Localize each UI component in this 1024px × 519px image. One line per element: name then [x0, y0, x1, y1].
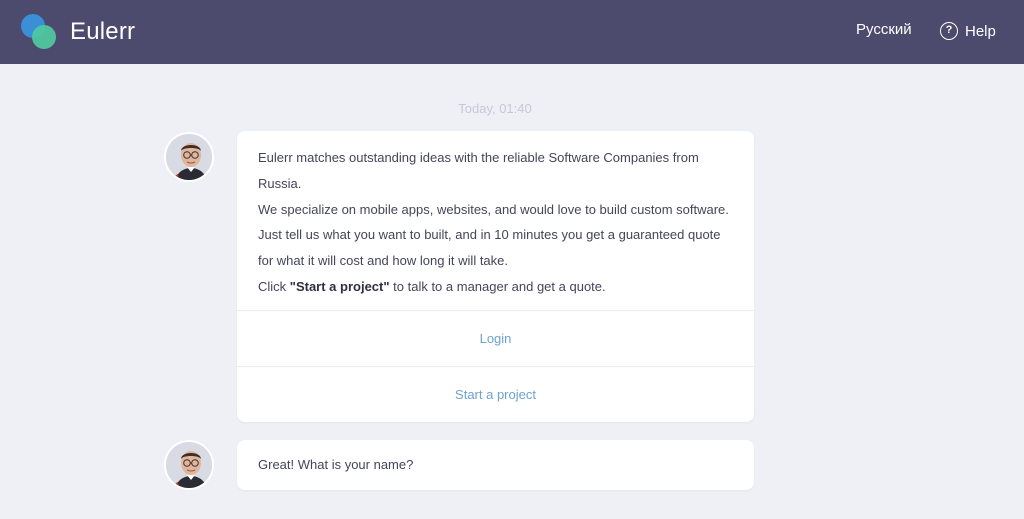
language-switch-link[interactable]: Русский	[856, 21, 912, 38]
logo-green-circle	[32, 25, 56, 49]
manager-avatar	[164, 440, 214, 490]
brand-home-link[interactable]: Eulerr	[20, 12, 135, 52]
start-project-button[interactable]: Start a project	[237, 366, 754, 422]
cta-bold: "Start a project"	[289, 278, 390, 294]
eulerr-logo-icon	[20, 13, 58, 51]
manager-portrait-icon	[166, 442, 212, 488]
chat-message-name-question: Great! What is your name?	[237, 440, 754, 490]
chat-timestamp: Today, 01:40	[458, 101, 532, 116]
top-navigation-bar: Eulerr Русский ? Help	[0, 0, 1024, 64]
message-cta-line: Click "Start a project" to talk to a man…	[258, 274, 734, 300]
manager-portrait-icon	[166, 134, 212, 180]
brand-name: Eulerr	[70, 18, 136, 45]
help-label: Help	[965, 22, 996, 40]
intro-message-text: Eulerr matches outstanding ideas with th…	[237, 131, 754, 300]
help-link[interactable]: ? Help	[940, 20, 996, 42]
cta-prefix: Click	[258, 278, 290, 294]
question-circle-icon: ?	[940, 22, 958, 40]
manager-avatar	[164, 132, 214, 182]
message-paragraph: Just tell us what you want to built, and…	[258, 227, 721, 269]
cta-suffix: to talk to a manager and get a quote.	[389, 278, 606, 294]
name-question-text: Great! What is your name?	[258, 457, 414, 472]
message-paragraph: Eulerr matches outstanding ideas with th…	[258, 150, 699, 191]
login-button[interactable]: Login	[237, 310, 754, 366]
message-paragraph: We specialize on mobile apps, websites, …	[258, 201, 729, 217]
chat-message-intro: Eulerr matches outstanding ideas with th…	[237, 131, 754, 422]
